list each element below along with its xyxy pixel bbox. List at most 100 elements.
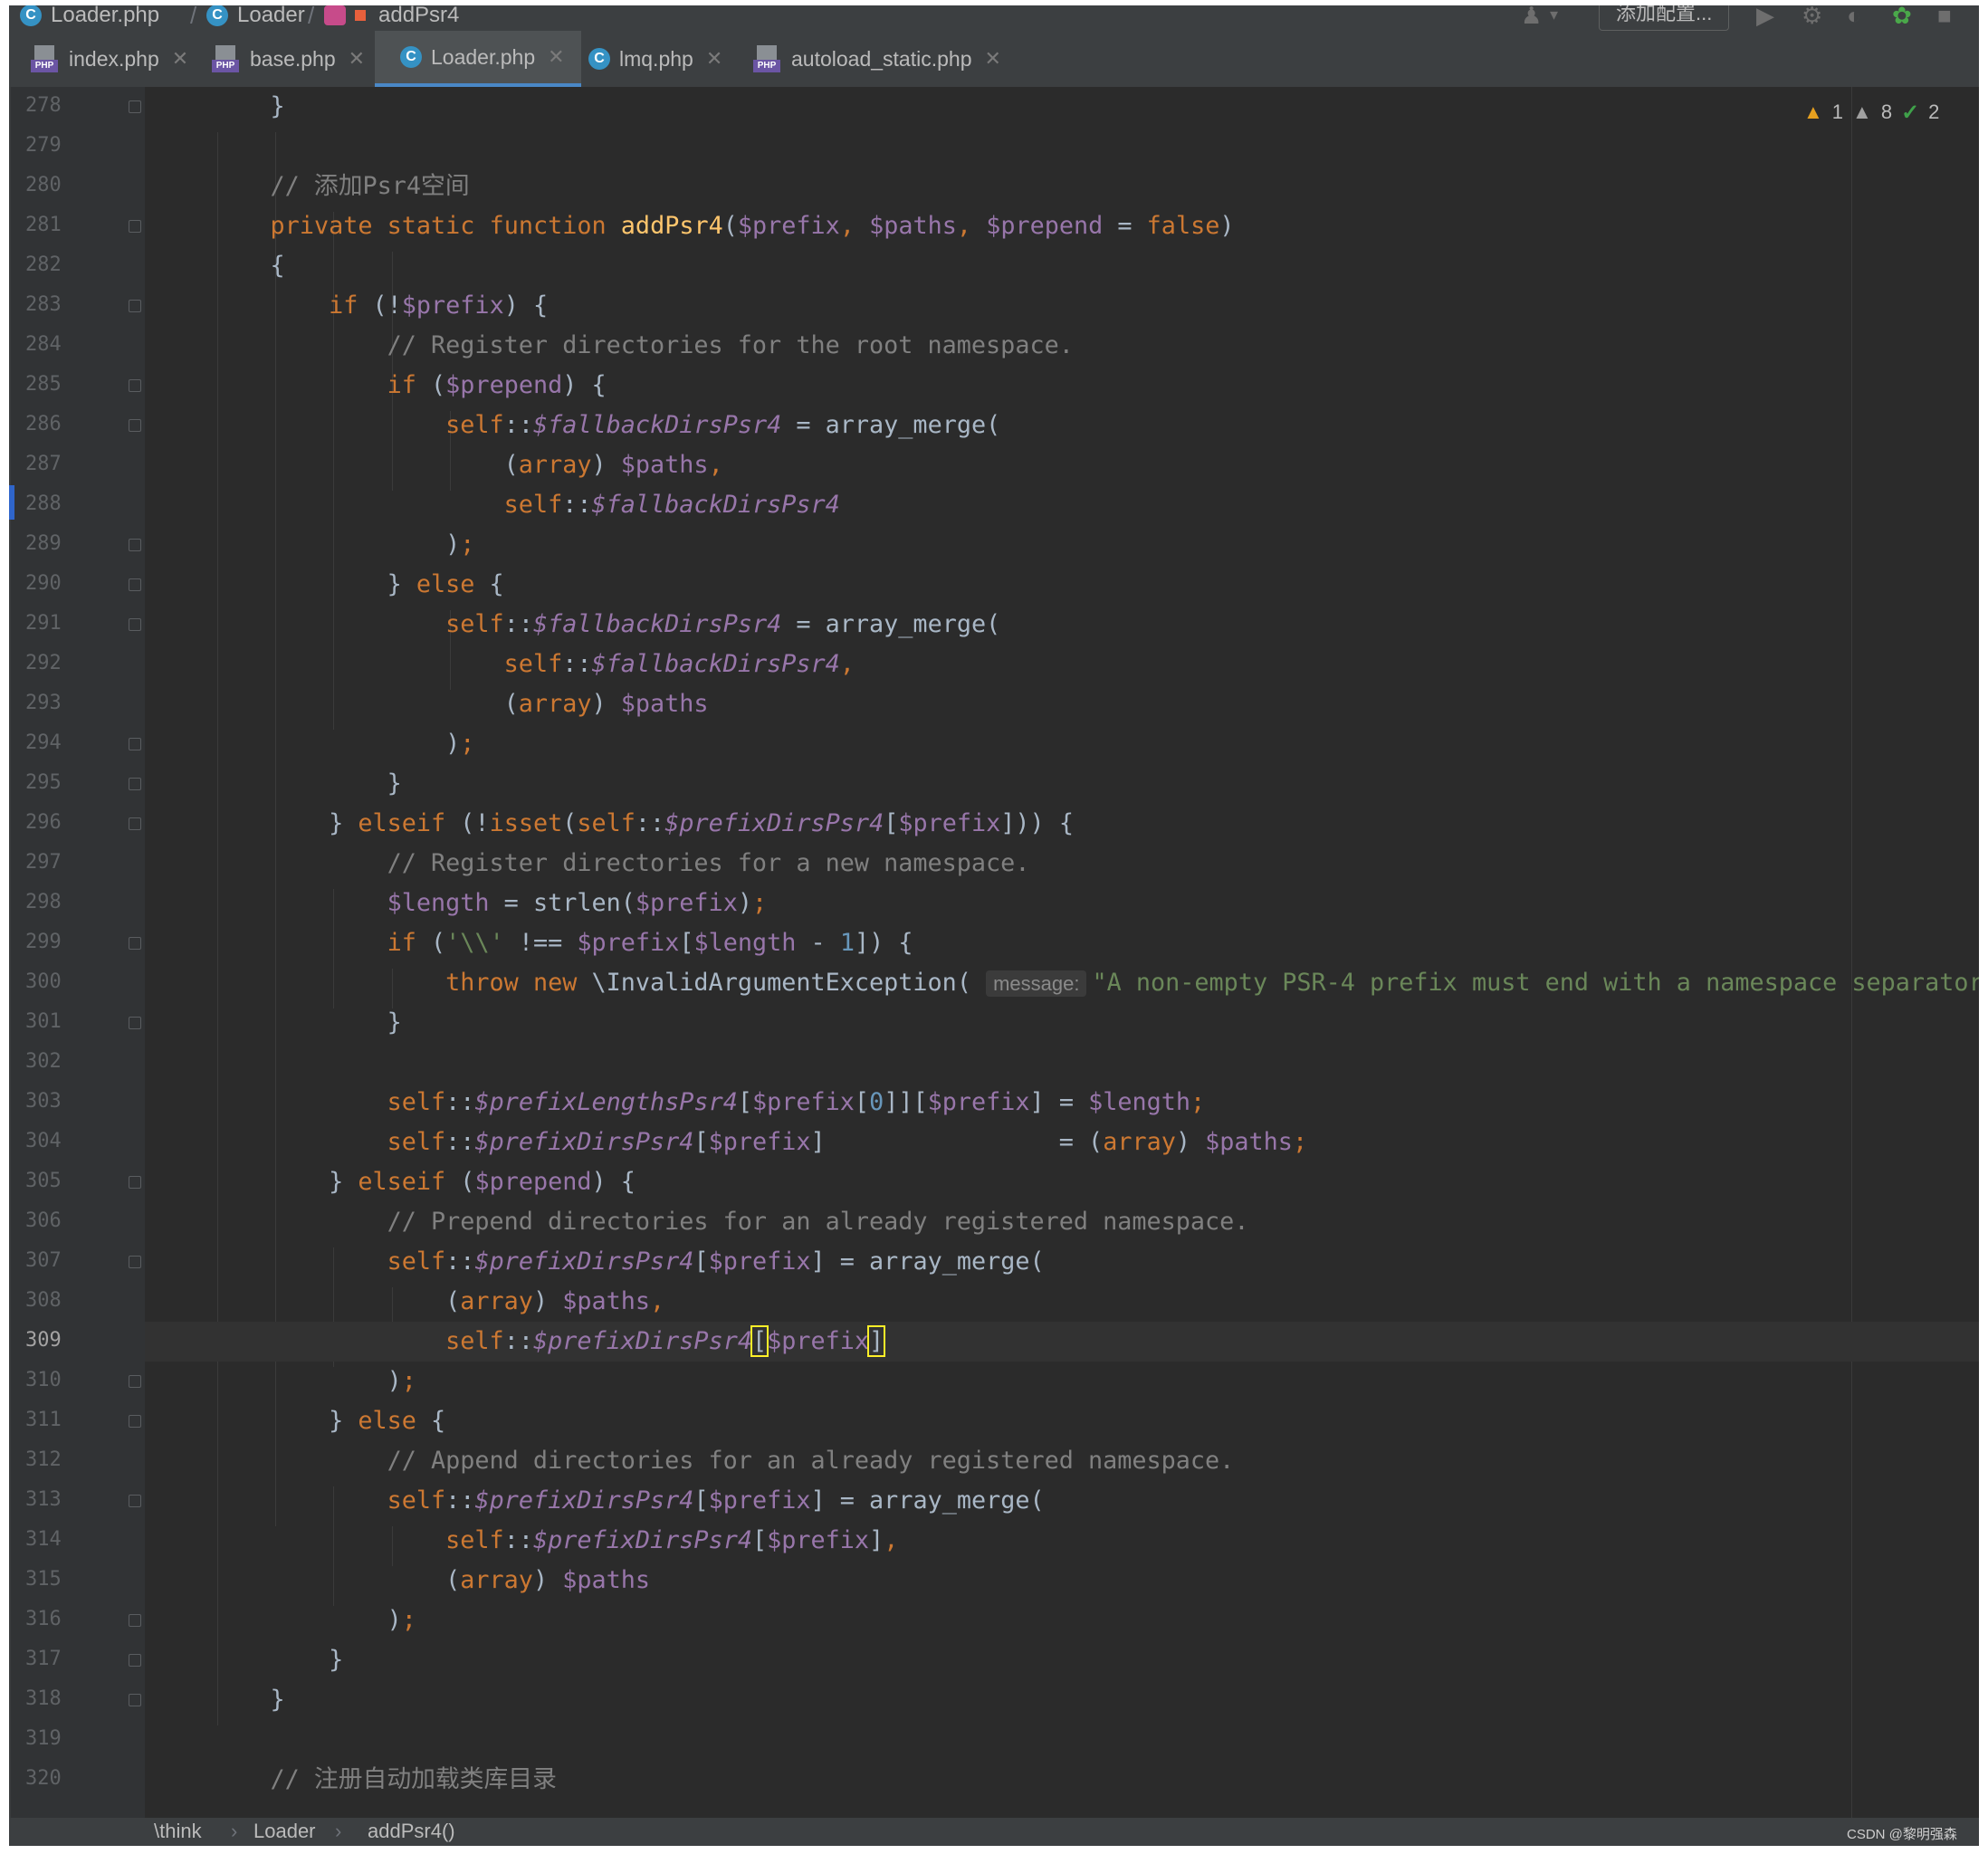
line-number[interactable]: 314 — [25, 1528, 62, 1551]
inspection-widget[interactable]: ▲ 1 ▲ 8 ✓ 2 — [1803, 96, 1939, 129]
fold-marker-icon[interactable] — [129, 1415, 141, 1428]
code-line[interactable]: self::$prefixDirsPsr4[$prefix] = array_m… — [212, 1242, 1045, 1282]
line-number[interactable]: 297 — [25, 851, 62, 874]
code-line[interactable]: } — [212, 1680, 285, 1720]
line-number[interactable]: 286 — [25, 413, 62, 435]
line-number[interactable]: 298 — [25, 891, 62, 913]
line-number[interactable]: 313 — [25, 1488, 62, 1511]
line-number[interactable]: 296 — [25, 811, 62, 834]
fold-marker-icon[interactable] — [129, 539, 141, 551]
fold-marker-icon[interactable] — [129, 1375, 141, 1388]
line-number[interactable]: 279 — [25, 134, 62, 157]
nav-crumb-class[interactable]: C Loader — [206, 5, 305, 31]
code-line[interactable]: throw new \InvalidArgumentException( mes… — [212, 963, 1979, 1003]
code-line[interactable]: (array) $paths — [212, 1561, 650, 1601]
line-number[interactable]: 305 — [25, 1170, 62, 1192]
vcs-change-marker[interactable] — [9, 485, 14, 520]
php-debug-icon[interactable]: ✿ — [1892, 5, 1912, 30]
line-number[interactable]: 300 — [25, 970, 62, 993]
tab-index-php[interactable]: PHP index.php ✕ — [31, 31, 203, 87]
fold-marker-icon[interactable] — [129, 1256, 141, 1268]
line-number[interactable]: 292 — [25, 652, 62, 674]
code-line[interactable]: $length = strlen($prefix); — [212, 884, 768, 923]
line-number[interactable]: 278 — [25, 94, 62, 117]
code-line[interactable]: // Register directories for a new namesp… — [212, 844, 1030, 884]
tab-lmq-php[interactable]: C lmq.php ✕ — [588, 31, 751, 87]
code-line[interactable]: private static function addPsr4($prefix,… — [212, 206, 1235, 246]
code-line[interactable]: self::$fallbackDirsPsr4 — [212, 485, 840, 525]
add-configuration-button[interactable]: 添加配置... — [1599, 5, 1730, 31]
code-line[interactable]: } — [212, 1003, 402, 1043]
fold-marker-icon[interactable] — [129, 220, 141, 233]
line-number[interactable]: 303 — [25, 1090, 62, 1113]
fold-marker-icon[interactable] — [129, 379, 141, 392]
line-number[interactable]: 299 — [25, 931, 62, 953]
code-line[interactable]: (array) $paths, — [212, 445, 723, 485]
line-number[interactable]: 288 — [25, 492, 62, 515]
code-line[interactable]: } else { — [212, 565, 504, 605]
stop-icon[interactable]: ■ — [1937, 5, 1952, 30]
line-number[interactable]: 306 — [25, 1209, 62, 1232]
debug-icon[interactable]: ⚙ — [1802, 5, 1822, 30]
coverage-icon[interactable]: ◐ — [1847, 5, 1861, 30]
code-line[interactable]: // Register directories for the root nam… — [212, 326, 1074, 366]
line-number[interactable]: 281 — [25, 214, 62, 236]
line-number[interactable]: 291 — [25, 612, 62, 635]
line-number[interactable]: 284 — [25, 333, 62, 356]
editor-gutter[interactable]: 278 279 280 281 282 283 284 285 286 287 288 289 290 2… — [9, 87, 145, 1818]
fold-marker-icon[interactable] — [129, 937, 141, 950]
breadcrumb-class[interactable]: Loader — [253, 1820, 316, 1843]
breadcrumb-method[interactable]: addPsr4() — [368, 1820, 455, 1843]
code-line[interactable]: (array) $paths — [212, 684, 709, 724]
chevron-down-icon[interactable]: ▾ — [1550, 5, 1558, 24]
code-line[interactable]: if ('\\' !== $prefix[$length - 1]) { — [212, 923, 913, 963]
line-number[interactable]: 307 — [25, 1249, 62, 1272]
code-line[interactable]: self::$fallbackDirsPsr4 = array_merge( — [212, 605, 1000, 645]
nav-crumb-method[interactable]: addPsr4 — [324, 5, 459, 31]
code-line[interactable]: } elseif (!isset(self::$prefixDirsPsr4[$… — [212, 804, 1074, 844]
user-icon[interactable]: ♟ — [1521, 5, 1542, 30]
line-number[interactable]: 312 — [25, 1448, 62, 1471]
close-icon[interactable]: ✕ — [548, 45, 564, 69]
fold-marker-icon[interactable] — [129, 1614, 141, 1627]
code-line[interactable]: // Append directories for an already reg… — [212, 1441, 1235, 1481]
code-line[interactable]: ); — [212, 525, 474, 565]
code-line[interactable]: // 注册自动加载类库目录 — [212, 1760, 557, 1800]
fold-marker-icon[interactable] — [129, 1495, 141, 1507]
code-line[interactable]: (array) $paths, — [212, 1282, 664, 1322]
code-line[interactable]: { — [212, 246, 285, 286]
line-number[interactable]: 283 — [25, 293, 62, 316]
fold-marker-icon[interactable] — [129, 1654, 141, 1667]
code-line[interactable]: self::$prefixDirsPsr4[$prefix] — [212, 1322, 886, 1362]
line-number[interactable]: 318 — [25, 1687, 62, 1710]
line-number[interactable]: 311 — [25, 1409, 62, 1431]
code-editor[interactable]: } // 添加Psr4空间 private static function ad… — [145, 87, 1979, 1818]
line-number[interactable]: 309 — [25, 1329, 62, 1352]
fold-marker-icon[interactable] — [129, 100, 141, 113]
tab-loader-php[interactable]: C Loader.php ✕ — [375, 31, 581, 87]
line-number[interactable]: 295 — [25, 771, 62, 794]
fold-marker-icon[interactable] — [129, 618, 141, 631]
fold-marker-icon[interactable] — [129, 300, 141, 312]
code-line[interactable]: // Prepend directories for an already re… — [212, 1202, 1249, 1242]
code-line[interactable]: if ($prepend) { — [212, 366, 607, 406]
close-icon[interactable]: ✕ — [349, 47, 365, 71]
code-line[interactable]: self::$fallbackDirsPsr4 = array_merge( — [212, 406, 1000, 445]
line-number[interactable]: 319 — [25, 1727, 62, 1750]
fold-marker-icon[interactable] — [129, 1694, 141, 1706]
line-number[interactable]: 282 — [25, 253, 62, 276]
run-icon[interactable]: ▶ — [1756, 5, 1774, 30]
fold-marker-icon[interactable] — [129, 1017, 141, 1029]
code-line[interactable]: ); — [212, 1601, 416, 1640]
code-line[interactable]: } else { — [212, 1401, 445, 1441]
code-line[interactable]: self::$prefixLengthsPsr4[$prefix[0]][$pr… — [212, 1083, 1206, 1123]
line-number[interactable]: 290 — [25, 572, 62, 595]
code-line[interactable]: } — [212, 764, 402, 804]
code-line[interactable]: // 添加Psr4空间 — [212, 167, 470, 206]
line-number[interactable]: 285 — [25, 373, 62, 396]
fold-marker-icon[interactable] — [129, 817, 141, 830]
close-icon[interactable]: ✕ — [706, 47, 722, 71]
code-line[interactable]: self::$prefixDirsPsr4[$prefix], — [212, 1521, 898, 1561]
code-line[interactable]: } elseif ($prepend) { — [212, 1162, 636, 1202]
line-number[interactable]: 308 — [25, 1289, 62, 1312]
